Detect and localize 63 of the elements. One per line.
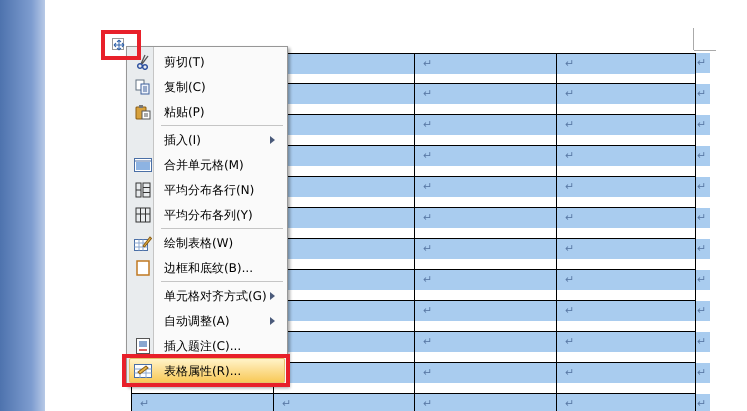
menu-item[interactable]: 表格属性(R)... [129,358,285,383]
menu-item[interactable]: 边框和底纹(B)... [129,255,285,280]
paragraph-mark: ↵ [565,273,574,286]
menu-item[interactable]: 自动调整(A) [129,308,285,333]
paragraph-mark: ↵ [423,118,432,131]
paragraph-mark: ↵ [423,180,432,193]
row-end-mark: ↵ [696,146,710,166]
row-end-mark: ↵ [696,270,710,290]
paragraph-mark: ↵ [423,242,432,255]
paragraph-mark: ↵ [565,57,574,70]
paragraph-mark: ↵ [565,118,574,131]
paragraph-mark: ↵ [565,211,574,224]
paragraph-mark: ↵ [423,397,432,410]
paragraph-mark: ↵ [423,87,432,100]
row-end-mark: ↵ [696,301,710,321]
merge-cells-icon [134,158,152,172]
menu-item[interactable]: 粘贴(P) [129,99,285,124]
paragraph-mark: ↵ [565,149,574,162]
copy-icon [135,78,151,94]
paragraph-mark: ↵ [423,304,432,317]
paragraph-mark: ↵ [423,211,432,224]
paragraph-mark: ↵ [423,366,432,379]
caption-icon [136,338,150,354]
row-end-mark: ↵ [696,208,710,228]
menu-item[interactable]: 单元格对齐方式(G) [129,283,285,308]
paste-icon [135,104,151,120]
row-end-mark: ↵ [696,363,710,383]
paragraph-mark: ↵ [423,57,432,70]
row-end-mark: ↵ [696,394,710,411]
page-border-icon [136,260,150,276]
paragraph-mark: ↵ [565,366,574,379]
paragraph-mark: ↵ [565,304,574,317]
paragraph-mark: ↵ [565,397,574,410]
paragraph-mark: ↵ [565,242,574,255]
menu-item[interactable]: 绘制表格(W) [129,230,285,255]
menu-item[interactable]: 插入(I) [129,127,285,152]
scissors-icon [136,54,150,70]
paragraph-mark: ↵ [423,273,432,286]
menu-item[interactable]: 合并单元格(M) [129,152,285,177]
distribute-rows-icon [135,182,151,198]
paragraph-mark: ↵ [282,397,292,410]
table-properties-icon [134,364,152,378]
row-end-mark: ↵ [696,177,710,197]
draw-table-icon [134,234,152,250]
paragraph-mark: ↵ [565,335,574,348]
menu-item[interactable]: 平均分布各列(Y) [129,202,285,227]
paragraph-mark: ↵ [565,180,574,193]
menu-item[interactable]: 插入题注(C)... [129,333,285,358]
menu-item[interactable]: 平均分布各行(N) [129,177,285,202]
annotation-frame [101,30,141,60]
menu-item[interactable]: 复制(C) [129,74,285,99]
paragraph-mark: ↵ [423,335,432,348]
paragraph-mark: ↵ [565,87,574,100]
menu-item[interactable]: 剪切(T) [129,49,285,74]
row-end-mark: ↵ [696,239,710,259]
row-end-mark: ↵ [696,53,710,73]
row-end-mark: ↵ [696,332,710,352]
row-end-mark: ↵ [696,84,710,104]
distribute-columns-icon [135,206,151,222]
paragraph-mark: ↵ [140,397,150,410]
paragraph-mark: ↵ [423,149,432,162]
table-move-handle[interactable] [112,38,124,50]
row-end-mark: ↵ [696,115,710,135]
